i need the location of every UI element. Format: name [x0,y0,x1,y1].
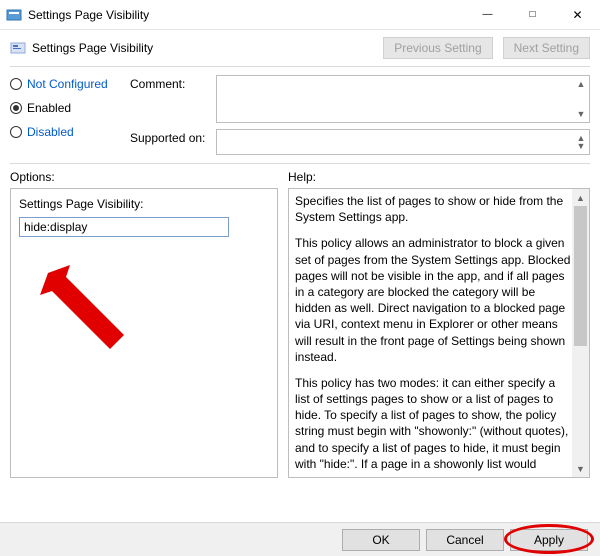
scroll-up-icon[interactable]: ▲ [572,189,589,206]
help-paragraph: Specifies the list of pages to show or h… [295,193,571,225]
scroll-down-icon[interactable]: ▼ [572,460,589,477]
minimize-button[interactable]: — [465,0,510,30]
supported-textarea[interactable]: ▲ ▼ [216,129,590,155]
help-scrollbar[interactable]: ▲ ▼ [572,189,589,477]
help-paragraph: This policy allows an administrator to b… [295,235,571,365]
comment-textarea[interactable]: ▲ ▼ [216,75,590,123]
radio-icon [10,126,22,138]
radio-enabled[interactable]: Enabled [10,101,130,115]
scroll-thumb[interactable] [574,206,587,346]
policy-icon [10,40,26,56]
dialog-footer: OK Cancel Apply [0,522,600,556]
help-text: Specifies the list of pages to show or h… [295,193,571,473]
scroll-down-icon[interactable]: ▼ [573,106,589,122]
policy-title: Settings Page Visibility [32,41,153,55]
options-panel: Settings Page Visibility: [10,188,278,478]
help-header: Help: [288,170,590,184]
maximize-button[interactable]: □ [510,0,555,30]
settings-visibility-input[interactable] [19,217,229,237]
previous-setting-button[interactable]: Previous Setting [383,37,492,59]
panels: Settings Page Visibility: Specifies the … [0,188,600,478]
option-field-label: Settings Page Visibility: [19,197,269,211]
help-panel: Specifies the list of pages to show or h… [288,188,590,478]
scroll-up-icon[interactable]: ▲ [573,76,589,92]
options-header: Options: [10,170,278,184]
ok-button[interactable]: OK [342,529,420,551]
comment-row: Comment: ▲ ▼ [130,75,590,123]
radio-label: Not Configured [27,77,108,91]
titlebar: Settings Page Visibility — □ ✕ [0,0,600,30]
help-paragraph: This policy has two modes: it can either… [295,375,571,473]
supported-label: Supported on: [130,129,210,155]
radio-icon [10,102,22,114]
radio-label: Enabled [27,101,71,115]
subheader: Settings Page Visibility Previous Settin… [0,30,600,66]
next-setting-button[interactable]: Next Setting [503,37,590,59]
state-radio-group: Not Configured Enabled Disabled [10,75,130,155]
radio-icon [10,78,22,90]
radio-not-configured[interactable]: Not Configured [10,77,130,91]
scroll-down-icon[interactable]: ▼ [573,138,589,154]
window-title: Settings Page Visibility [28,8,149,22]
radio-label: Disabled [27,125,74,139]
apply-button[interactable]: Apply [510,529,588,551]
close-button[interactable]: ✕ [555,0,600,30]
app-icon [6,7,22,23]
section-headers: Options: Help: [0,164,600,188]
supported-row: Supported on: ▲ ▼ [130,129,590,155]
radio-disabled[interactable]: Disabled [10,125,130,139]
config-row: Not Configured Enabled Disabled Comment:… [0,67,600,163]
comment-label: Comment: [130,75,210,123]
cancel-button[interactable]: Cancel [426,529,504,551]
